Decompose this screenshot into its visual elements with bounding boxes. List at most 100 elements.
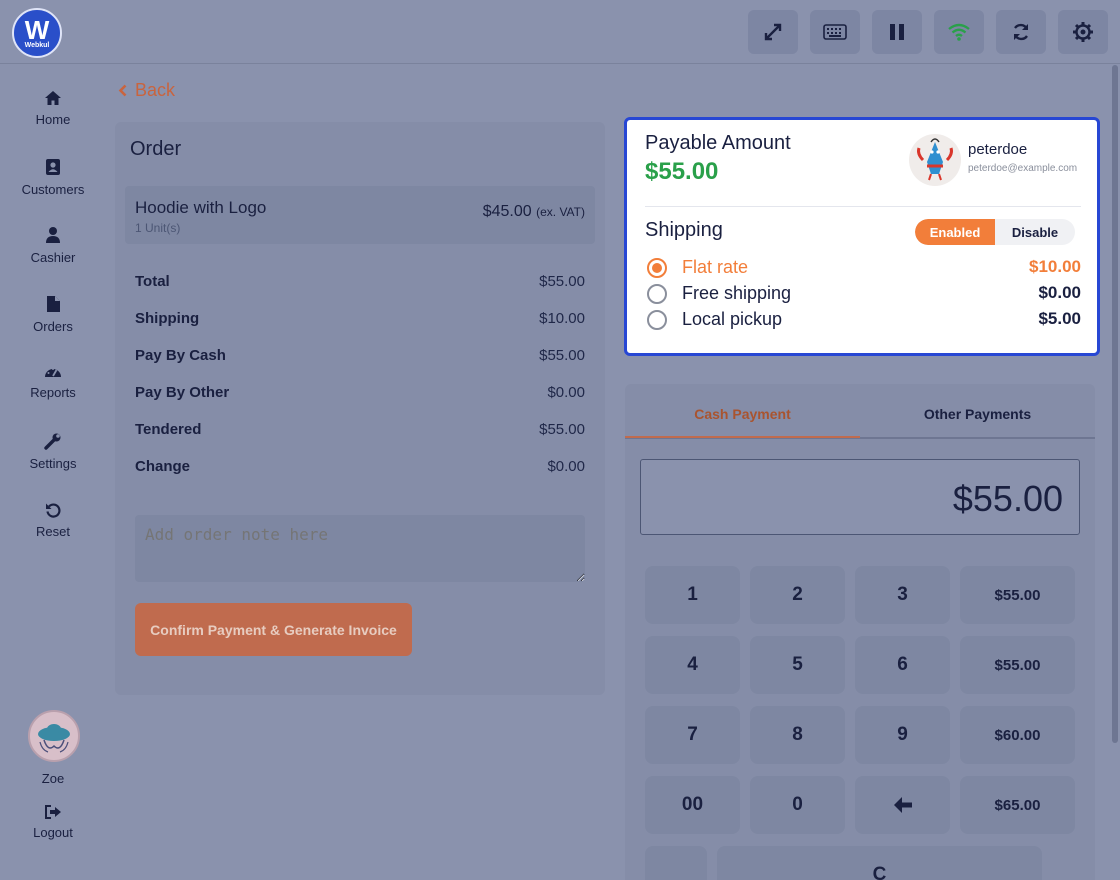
chevron-left-icon [118, 84, 127, 97]
numpad-key-4[interactable]: 4 [645, 636, 740, 694]
product-quantity: 1 Unit(s) [135, 221, 181, 235]
sidebar-item-label: Cashier [30, 249, 76, 265]
active-tab-indicator [625, 436, 860, 438]
customer-avatar-image [917, 138, 953, 181]
summary-label: Pay By Other [135, 384, 230, 401]
shipping-option-name: Local pickup [682, 309, 783, 329]
numpad-key-1[interactable]: 1 [645, 566, 740, 624]
sidebar: Home Customers Cashier Orders Reports Se… [0, 65, 106, 880]
shipping-toggle[interactable]: Enabled Disable [915, 219, 1075, 245]
summary-row-pay-by-other: Pay By Other $0.00 [135, 384, 585, 404]
expand-icon [764, 23, 782, 41]
wifi-icon [948, 23, 970, 41]
shipping-option-free-shipping[interactable]: Free shipping $0.00 [645, 282, 1081, 306]
shipping-enabled-option[interactable]: Enabled [915, 219, 995, 245]
keyboard-button[interactable] [810, 10, 860, 54]
undo-icon [46, 503, 61, 518]
summary-row-shipping: Shipping $10.00 [135, 310, 585, 330]
customer-email: peterdoe@example.com [968, 163, 1078, 174]
numpad-key-6[interactable]: 6 [855, 636, 950, 694]
avatar[interactable] [28, 710, 80, 762]
quick-amount-button[interactable]: $55.00 [960, 636, 1075, 694]
sign-out-icon [44, 805, 61, 819]
back-label: Back [135, 80, 176, 100]
shipping-option-name: Flat rate [682, 257, 749, 277]
sidebar-item-settings[interactable]: Settings [0, 421, 106, 481]
payable-card: Payable Amount $55.00 peterdoe peterdoe@… [624, 117, 1100, 356]
shipping-option-flat-rate[interactable]: Flat rate $10.00 [645, 256, 1081, 280]
payment-panel: Cash Payment Other Payments $55.00 1 2 3… [625, 384, 1095, 880]
confirm-payment-button[interactable]: Confirm Payment & Generate Invoice [135, 603, 412, 656]
tab-other-payments[interactable]: Other Payments [860, 406, 1095, 422]
summary-value: $55.00 [539, 273, 585, 290]
file-icon [46, 295, 60, 312]
pause-button[interactable] [872, 10, 922, 54]
summary-value: $55.00 [539, 421, 585, 438]
tender-amount-value: $55.00 [952, 478, 1063, 519]
order-panel: Order Hoodie with Logo 1 Unit(s) $45.00 … [115, 122, 605, 695]
numpad-key-8[interactable]: 8 [750, 706, 845, 764]
sync-button[interactable] [996, 10, 1046, 54]
wifi-button[interactable] [934, 10, 984, 54]
scrollbar[interactable] [1110, 65, 1120, 880]
shipping-option-local-pickup[interactable]: Local pickup $5.00 [645, 308, 1081, 332]
sidebar-item-label: Reset [36, 523, 70, 539]
shipping-option-price: $10.00 [1029, 257, 1081, 276]
order-line-item[interactable]: Hoodie with Logo 1 Unit(s) $45.00 (ex. V… [125, 186, 595, 244]
logout-button[interactable]: Logout [0, 805, 106, 849]
sidebar-item-orders[interactable]: Orders [0, 284, 106, 344]
quick-amount-button[interactable]: $55.00 [960, 566, 1075, 624]
shipping-option-price: $5.00 [1038, 309, 1081, 328]
customer-avatar[interactable] [909, 134, 961, 186]
payable-label: Payable Amount [645, 132, 791, 154]
summary-value: $55.00 [539, 347, 585, 364]
sidebar-item-customers[interactable]: Customers [0, 147, 106, 207]
shipping-title: Shipping [645, 219, 723, 241]
shipping-option-price: $0.00 [1038, 283, 1081, 302]
numpad-key-dot[interactable]: . [645, 846, 707, 880]
numpad-key-00[interactable]: 00 [645, 776, 740, 834]
logo-letter: W [24, 14, 50, 45]
sidebar-item-label: Reports [30, 385, 76, 400]
radio-button[interactable] [647, 310, 667, 330]
fullscreen-button[interactable] [748, 10, 798, 54]
sidebar-item-cashier[interactable]: Cashier [0, 215, 106, 275]
settings-button[interactable] [1058, 10, 1108, 54]
radio-button[interactable] [647, 284, 667, 304]
numpad-key-9[interactable]: 9 [855, 706, 950, 764]
keyboard-icon [823, 24, 847, 40]
back-link[interactable]: Back [118, 80, 175, 101]
numpad-key-2[interactable]: 2 [750, 566, 845, 624]
numpad-key-3[interactable]: 3 [855, 566, 950, 624]
product-price: $45.00 (ex. VAT) [483, 203, 585, 221]
sidebar-item-home[interactable]: Home [0, 78, 106, 138]
arrow-left-icon [893, 797, 912, 813]
numpad-key-5[interactable]: 5 [750, 636, 845, 694]
tender-amount-display[interactable]: $55.00 [640, 459, 1080, 535]
tab-cash-payment[interactable]: Cash Payment [625, 406, 860, 422]
divider [645, 206, 1081, 207]
numpad-key-7[interactable]: 7 [645, 706, 740, 764]
top-bar: W Webkul [0, 0, 1120, 64]
order-note-input[interactable] [135, 515, 585, 582]
numpad-backspace-key[interactable] [855, 776, 950, 834]
address-book-icon [46, 158, 60, 175]
summary-label: Tendered [135, 421, 202, 438]
sidebar-item-reports[interactable]: Reports [0, 352, 106, 412]
sidebar-item-reset[interactable]: Reset [0, 490, 106, 550]
summary-label: Total [135, 273, 170, 290]
shipping-disable-option[interactable]: Disable [995, 219, 1075, 245]
radio-button[interactable] [647, 258, 667, 278]
sidebar-item-label: Home [35, 111, 71, 127]
sync-icon [1013, 23, 1029, 41]
scrollbar-thumb[interactable] [1112, 65, 1118, 743]
numpad-clear-key[interactable]: C [717, 846, 1042, 880]
quick-amount-button[interactable]: $65.00 [960, 776, 1075, 834]
payment-tabs: Cash Payment Other Payments [625, 384, 1095, 439]
quick-amount-button[interactable]: $60.00 [960, 706, 1075, 764]
dashboard-icon [45, 368, 61, 377]
order-title: Order [130, 138, 182, 160]
numpad-key-0[interactable]: 0 [750, 776, 845, 834]
summary-row-pay-by-cash: Pay By Cash $55.00 [135, 347, 585, 367]
sidebar-item-label: Settings [29, 455, 77, 471]
